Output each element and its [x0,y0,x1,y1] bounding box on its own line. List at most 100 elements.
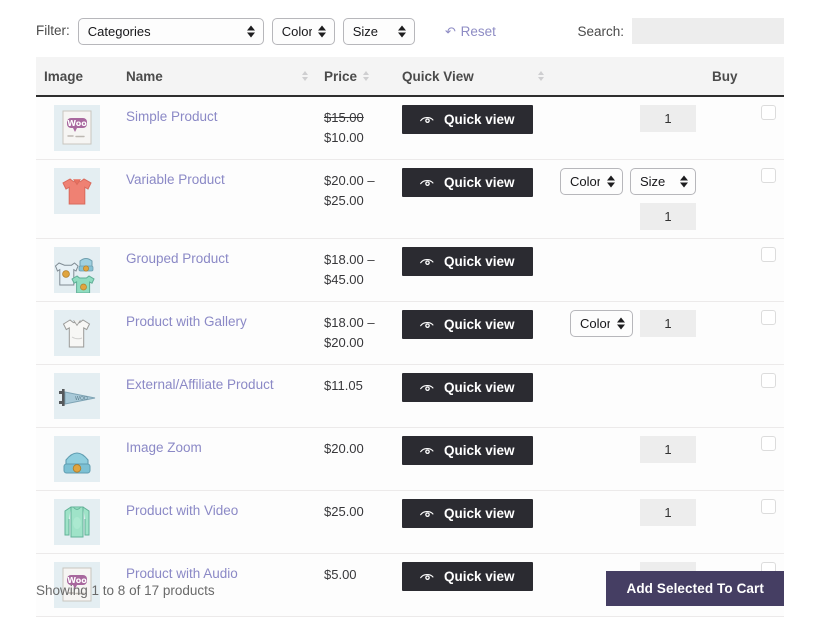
woo-logo-placeholder-thumbnail[interactable]: Woo [54,105,100,151]
chevron-updown-icon [247,24,256,39]
product-name-link[interactable]: Variable Product [126,168,225,189]
buy-cell [704,364,784,428]
column-header-name[interactable]: Name [118,57,316,97]
quantity-input[interactable] [640,499,696,526]
variation-selects-row: Color [560,310,696,337]
quick-view-button[interactable]: Quick view [402,373,533,402]
quantity-input[interactable] [640,436,696,463]
buy-checkbox[interactable] [761,105,776,120]
price-range-high: $45.00 [324,272,364,288]
sort-arrows-icon[interactable] [538,71,544,81]
sort-arrows-icon[interactable] [302,71,308,81]
quick-view-button[interactable]: Quick view [402,499,533,528]
quick-view-label: Quick view [444,506,515,521]
buy-checkbox[interactable] [761,310,776,325]
product-name-cell: Image Zoom [118,427,316,491]
quantity-input[interactable] [640,310,696,337]
row-size-value: Size [640,174,666,189]
quick-view-cell: Quick view [394,364,552,428]
row-color-select[interactable]: Color [560,168,623,195]
price-range-low: $18.00 – [324,315,375,330]
column-header-price[interactable]: Price [316,57,394,97]
row-color-value: Color [570,174,600,189]
price-block: $20.00 [324,436,386,459]
blue-beanie-thumbnail[interactable] [54,436,100,482]
color-filter-select[interactable]: Color [271,17,335,45]
chevron-updown-icon [318,24,327,39]
product-name-link[interactable]: Product with Video [126,499,238,520]
chevron-updown-icon [679,174,688,189]
pennant-flag-thumbnail[interactable]: WOO [54,373,100,419]
product-price-cell: $18.00 – $20.00 [316,301,394,365]
quick-view-button[interactable]: Quick view [402,247,533,276]
product-options-cell [552,96,704,160]
quantity-input[interactable] [640,105,696,132]
svg-text:WOO: WOO [75,396,88,402]
hoodie-and-beanie-group-thumbnail[interactable] [54,247,100,293]
product-price-cell: $25.00 [316,490,394,554]
price-range-low: $20.00 – [324,173,375,188]
products-table-container: Image Name Price Quick View Buy Woo Simp… [36,57,784,617]
row-color-value: Color [580,316,610,331]
price-original: $15.00 [324,110,364,125]
eye-icon [420,115,435,125]
price-block: $20.00 – $25.00 [324,168,386,211]
product-name-link[interactable]: Product with Gallery [126,310,247,331]
column-header-image-label: Image [44,68,84,84]
product-price-cell: $20.00 [316,427,394,491]
product-name-link[interactable]: External/Affiliate Product [126,373,274,394]
color-filter-value: Color [281,23,312,39]
column-header-buy: Buy [704,57,784,97]
product-name-link[interactable]: Image Zoom [126,436,202,457]
product-name-link[interactable]: Simple Product [126,105,218,126]
white-tshirt-thumbnail[interactable] [54,310,100,356]
column-header-price-label: Price [324,68,358,84]
buy-checkbox[interactable] [761,373,776,388]
quick-view-button[interactable]: Quick view [402,310,533,339]
row-size-select[interactable]: Size [630,168,696,195]
row-color-select[interactable]: Color [570,310,633,337]
product-name-cell: Simple Product [118,96,316,160]
buy-cell [704,238,784,302]
svg-text:Woo: Woo [67,119,87,128]
buy-checkbox[interactable] [761,436,776,451]
size-filter-value: Size [352,23,379,39]
quick-view-label: Quick view [444,254,515,269]
search-input[interactable] [632,18,784,44]
product-name-cell: Variable Product [118,159,316,239]
product-name-cell: Product with Video [118,490,316,554]
filter-toolbar: Filter: Categories Color Size ↷ Reset Se… [36,16,784,46]
quantity-row [560,436,696,463]
reset-filters-link[interactable]: ↷ Reset [445,24,496,39]
search-controls: Search: [577,16,784,46]
table-row: WOO External/Affiliate Product $11.05 Quick… [36,364,784,428]
eye-icon [420,446,435,456]
product-name-cell: Product with Gallery [118,301,316,365]
buy-checkbox[interactable] [761,499,776,514]
product-name-cell: External/Affiliate Product [118,364,316,428]
eye-icon [420,178,435,188]
table-row: Variable Product $20.00 – $25.00 Quick view… [36,159,784,239]
quantity-input[interactable] [640,203,696,230]
buy-cell [704,301,784,365]
quick-view-button[interactable]: Quick view [402,105,533,134]
quick-view-button[interactable]: Quick view [402,436,533,465]
eye-icon [420,320,435,330]
table-row: Image Zoom $20.00 Quick view [36,427,784,491]
product-options-cell [552,238,704,302]
buy-checkbox[interactable] [761,168,776,183]
table-row: Woo Simple Product $15.00 $10.00 Quick view [36,96,784,160]
sort-arrows-icon[interactable] [363,71,370,81]
product-image-cell [36,238,118,302]
product-name-link[interactable]: Grouped Product [126,247,229,268]
buy-checkbox[interactable] [761,247,776,262]
buy-cell [704,159,784,239]
column-header-quick-view[interactable]: Quick View [394,57,552,97]
category-filter-value: Categories [87,23,151,39]
add-selected-to-cart-button[interactable]: Add Selected To Cart [606,571,784,606]
quick-view-button[interactable]: Quick view [402,168,533,197]
size-filter-select[interactable]: Size [342,17,415,45]
coral-tshirt-thumbnail[interactable] [54,168,100,214]
category-filter-select[interactable]: Categories [77,17,264,45]
green-long-sleeve-tee-thumbnail[interactable] [54,499,100,545]
